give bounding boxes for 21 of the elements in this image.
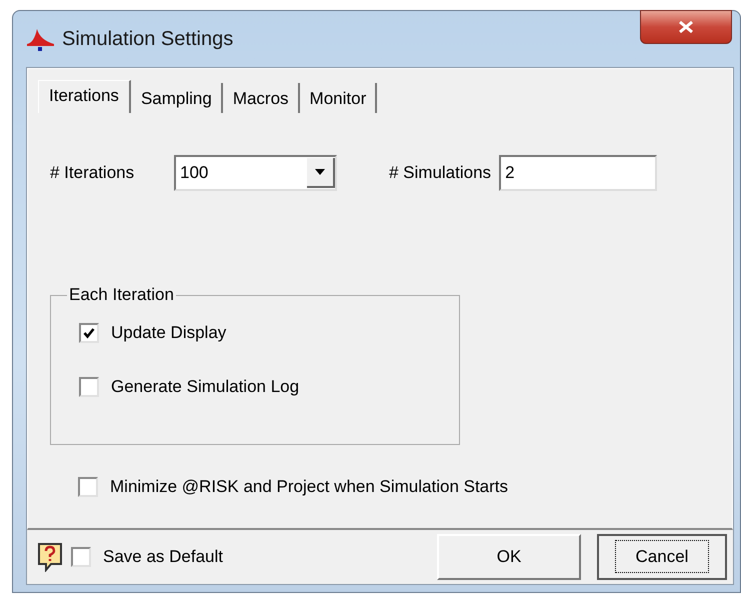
checkbox[interactable] [79, 323, 99, 343]
checkbox-label: Save as Default [103, 547, 224, 567]
checkbox-label: Update Display [111, 323, 226, 343]
group-title: Each Iteration [68, 285, 175, 305]
checkbox[interactable] [79, 377, 99, 397]
window-title: Simulation Settings [62, 28, 234, 50]
close-icon [677, 20, 695, 34]
field-label: # Iterations [50, 163, 136, 183]
field-label: # Simulations [389, 163, 492, 183]
cancel-button[interactable]: Cancel [597, 534, 727, 580]
check-icon [83, 327, 95, 339]
help-icon[interactable] [37, 542, 63, 572]
simulations-input-field[interactable]: 2 [499, 155, 658, 191]
checkbox-label: Generate Simulation Log [111, 377, 300, 397]
checkbox-label: Minimize @RISK and Project when Simulation Starts [110, 477, 508, 497]
close-button[interactable] [640, 10, 732, 44]
iterations-dropdown[interactable]: 100 [174, 155, 337, 191]
checkbox[interactable] [71, 547, 91, 567]
ok-button[interactable]: OK [437, 534, 581, 580]
checkbox[interactable] [78, 477, 98, 497]
tab[interactable]: Iterations [38, 80, 131, 113]
